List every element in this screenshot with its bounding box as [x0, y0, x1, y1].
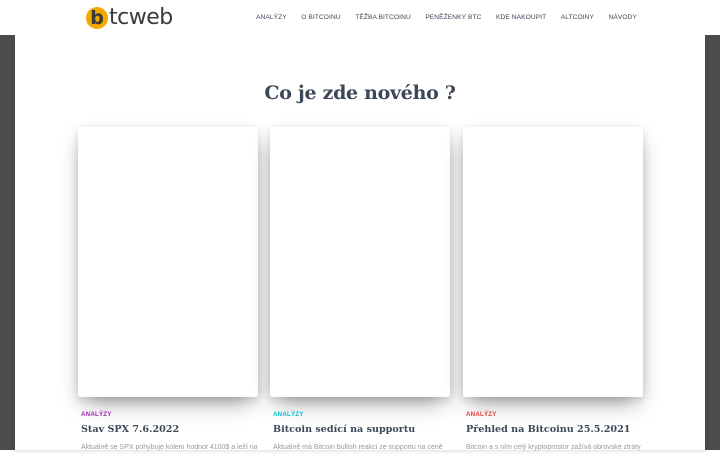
nav-item-kde-nakoupit[interactable]: KDE NAKOUPIT	[496, 14, 546, 21]
nav-item-navody[interactable]: NÁVODY	[609, 14, 637, 21]
bitcoin-coin-logo-mark: b	[86, 7, 108, 29]
nav-item-tezba-bitcoinu[interactable]: TĚŽBA BITCOINU	[355, 14, 411, 21]
post-title[interactable]: Stav SPX 7.6.2022	[81, 424, 259, 435]
post-title[interactable]: Přehled na Bitcoinu 25.5.2021	[466, 424, 644, 435]
section-title: Co je zde nového ?	[264, 82, 456, 104]
logo-text: tcweb	[109, 5, 173, 30]
post-thumbnail[interactable]	[78, 127, 258, 397]
top-navigation-bar: b tcweb ANALÝZY O BITCOINU TĚŽBA BITCOIN…	[0, 0, 720, 35]
nav-item-analyzy[interactable]: ANALÝZY	[256, 14, 287, 21]
post-thumbnail[interactable]	[463, 127, 643, 397]
post-card: ANALÝZY Přehled na Bitcoinu 25.5.2021 Bi…	[463, 127, 644, 457]
post-title[interactable]: Bitcoin sedící na supportu	[273, 424, 451, 435]
post-excerpt: Aktuálně se SPX pohybuje kolem hodnot 41…	[81, 444, 257, 451]
post-thumbnail[interactable]	[270, 127, 450, 397]
post-card: ANALÝZY Bitcoin sedící na supportu Aktuá…	[270, 127, 451, 457]
post-card: ANALÝZY Stav SPX 7.6.2022 Aktuálně se SP…	[78, 127, 259, 457]
main-menu: ANALÝZY O BITCOINU TĚŽBA BITCOINU PENĚŽE…	[256, 0, 637, 35]
btcweb-logo[interactable]: b tcweb	[86, 5, 173, 31]
nav-item-o-bitcoinu[interactable]: O BITCOINU	[301, 14, 340, 21]
nav-item-penezenky-btc[interactable]: PENĚŽENKY BTC	[425, 14, 481, 21]
post-category[interactable]: ANALÝZY	[81, 411, 112, 418]
main-content: Co je zde nového ? ANALÝZY Stav SPX 7.6.…	[15, 35, 705, 451]
post-category[interactable]: ANALÝZY	[466, 411, 497, 418]
post-excerpt: Aktuálně má Bitcoin bullish reakci ze su…	[273, 444, 443, 451]
nav-item-altcoiny[interactable]: ALTCOINY	[561, 14, 594, 21]
post-category[interactable]: ANALÝZY	[273, 411, 304, 418]
post-excerpt: Bitcoin a s ním celý kryptoprostor zažív…	[466, 444, 641, 451]
